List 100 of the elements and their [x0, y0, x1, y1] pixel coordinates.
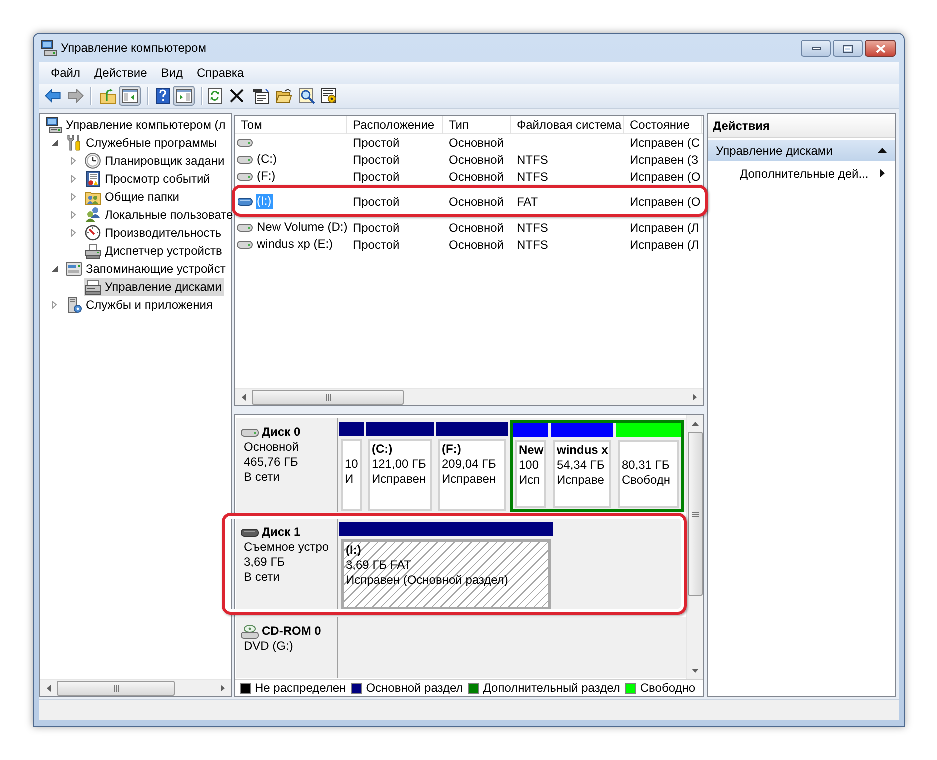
- scroll-left-arrow-icon[interactable]: [46, 684, 50, 692]
- tree-item[interactable]: Диспетчер устройств: [84, 242, 224, 260]
- table-row[interactable]: Простой Основной Исправен (С: [235, 134, 703, 151]
- tree-item[interactable]: Служебные программы: [65, 134, 220, 152]
- disk-name: CD-ROM 0: [262, 624, 322, 639]
- refresh-icon[interactable]: [208, 88, 222, 104]
- volume-name[interactable]: windus xp (E:): [256, 237, 334, 252]
- scroll-up-arrow-icon[interactable]: [692, 422, 698, 426]
- search-icon[interactable]: [299, 88, 315, 104]
- volume-name[interactable]: (C:): [256, 152, 278, 167]
- table-row[interactable]: (F:) Простой Основной NTFS Исправен (О: [235, 168, 703, 185]
- menu-item[interactable]: Файл: [44, 65, 88, 81]
- tree-item[interactable]: Управление компьютером (л: [45, 116, 228, 134]
- menu-item[interactable]: Справка: [190, 65, 252, 81]
- table-cell: Простой: [353, 220, 400, 236]
- minimize-button[interactable]: [801, 40, 831, 57]
- app-icon: [41, 40, 57, 56]
- maximize-button[interactable]: [833, 40, 863, 57]
- settings-icon[interactable]: [321, 88, 337, 104]
- shared-folder-icon: [85, 189, 101, 205]
- scroll-right-arrow-icon[interactable]: [220, 684, 224, 692]
- table-cell: Основной: [449, 134, 504, 150]
- partition-info: 10: [345, 457, 358, 472]
- partition-box[interactable]: 10 И: [341, 439, 362, 511]
- tree-item[interactable]: Управление дисками: [84, 278, 224, 296]
- partition-box[interactable]: 80,31 ГБ Свободн: [618, 440, 679, 508]
- properties-icon[interactable]: [253, 88, 269, 104]
- scroll-down-arrow-icon[interactable]: [692, 668, 698, 672]
- collapsed-triangle-icon[interactable]: [71, 211, 76, 219]
- console-tree-toggle[interactable]: [119, 86, 141, 106]
- table-cell: Исправен (З: [630, 152, 699, 168]
- close-button[interactable]: [865, 40, 896, 57]
- action-pane-toggle[interactable]: [173, 86, 195, 106]
- table-row[interactable]: New Volume (D:) Простой Основной NTFS Исправен (Л: [235, 219, 703, 236]
- horizontal-scrollbar[interactable]: [235, 388, 703, 405]
- partition-info: 100: [519, 458, 540, 473]
- partition-info: 54,34 ГБ: [557, 458, 605, 473]
- disk-info: В сети: [243, 470, 280, 485]
- column-header[interactable]: Файловая система: [511, 116, 624, 134]
- drive-icon: [237, 240, 253, 248]
- vertical-scrollbar[interactable]: [686, 415, 703, 679]
- disk-info: В сети: [243, 570, 280, 585]
- tree-item[interactable]: Запоминающие устройст: [65, 260, 228, 278]
- volume-name[interactable]: New Volume (D:): [256, 220, 349, 235]
- column-header[interactable]: Том: [235, 116, 347, 134]
- help-icon[interactable]: [156, 88, 170, 104]
- tree-item[interactable]: Службы и приложения: [65, 296, 215, 314]
- column-header[interactable]: Состояние: [624, 116, 702, 134]
- users-icon: [85, 207, 101, 223]
- partition-info: Исправен: [442, 472, 496, 487]
- tree-item[interactable]: Планировщик задани: [84, 152, 227, 170]
- partition-box[interactable]: windus x 54,34 ГБ Исправе: [553, 440, 611, 508]
- table-cell: Основной: [449, 168, 504, 184]
- partition-name: windus x: [557, 443, 608, 458]
- back-arrow-icon[interactable]: [45, 89, 61, 103]
- collapsed-triangle-icon[interactable]: [71, 157, 76, 165]
- partition-box[interactable]: (F:) 209,04 ГБ Исправен: [438, 439, 506, 511]
- tree-item[interactable]: Просмотр событий: [84, 170, 212, 188]
- column-header[interactable]: Расположение: [347, 116, 443, 134]
- horizontal-scrollbar[interactable]: [40, 679, 231, 696]
- menu-item[interactable]: Вид: [154, 65, 190, 81]
- collapsed-triangle-icon[interactable]: [71, 193, 76, 201]
- volume-name[interactable]: (F:): [256, 169, 277, 184]
- expanded-triangle-icon[interactable]: [52, 140, 58, 146]
- folder-up-icon[interactable]: [100, 88, 116, 104]
- expanded-triangle-icon[interactable]: [52, 266, 58, 272]
- scroll-thumb[interactable]: [57, 680, 175, 696]
- open-folder-icon[interactable]: [276, 89, 292, 103]
- tree-item[interactable]: Производительность: [84, 224, 224, 242]
- services-icon: [66, 297, 82, 313]
- grip-icon: [326, 394, 330, 400]
- table-cell: Основной: [449, 236, 504, 252]
- up-triangle-icon[interactable]: [878, 148, 887, 153]
- column-header[interactable]: Тип: [443, 116, 511, 134]
- partition-info: 121,00 ГБ: [372, 457, 426, 472]
- partition-box[interactable]: (I:) 3,69 ГБ FAT Исправен (Основной раздел): [341, 539, 551, 610]
- menu-item[interactable]: Действие: [88, 65, 154, 81]
- table-row[interactable]: (I:) Простой Основной FAT Исправен (О: [235, 193, 703, 210]
- partition-info: И: [345, 472, 354, 487]
- tree-item[interactable]: Общие папки: [84, 188, 182, 206]
- partition-box[interactable]: (C:) 121,00 ГБ Исправен: [368, 439, 432, 511]
- scroll-left-arrow-icon[interactable]: [242, 394, 246, 400]
- table-cell: Исправен (О: [630, 168, 701, 184]
- action-item[interactable]: Дополнительные дей...: [708, 164, 895, 183]
- action-pane-icon: [176, 89, 192, 103]
- collapsed-triangle-icon[interactable]: [71, 229, 76, 237]
- section-header[interactable]: Управление дисками: [708, 140, 895, 161]
- table-row[interactable]: windus xp (E:) Простой Основной NTFS Исправен (Л: [235, 236, 703, 253]
- table-cell: Основной: [449, 194, 504, 210]
- delete-icon[interactable]: [230, 89, 244, 103]
- scroll-thumb[interactable]: [688, 432, 702, 596]
- collapsed-triangle-icon[interactable]: [71, 175, 76, 183]
- tree-item[interactable]: Локальные пользовате: [84, 206, 236, 224]
- collapsed-triangle-icon[interactable]: [52, 301, 57, 309]
- legend-label: Основной раздел: [366, 680, 464, 696]
- scroll-right-arrow-icon[interactable]: [692, 394, 696, 400]
- partition-box[interactable]: New 100 Исп: [515, 440, 546, 508]
- disk-info: 465,76 ГБ: [243, 455, 298, 470]
- table-row[interactable]: (C:) Простой Основной NTFS Исправен (З: [235, 151, 703, 168]
- scroll-thumb[interactable]: [252, 390, 404, 404]
